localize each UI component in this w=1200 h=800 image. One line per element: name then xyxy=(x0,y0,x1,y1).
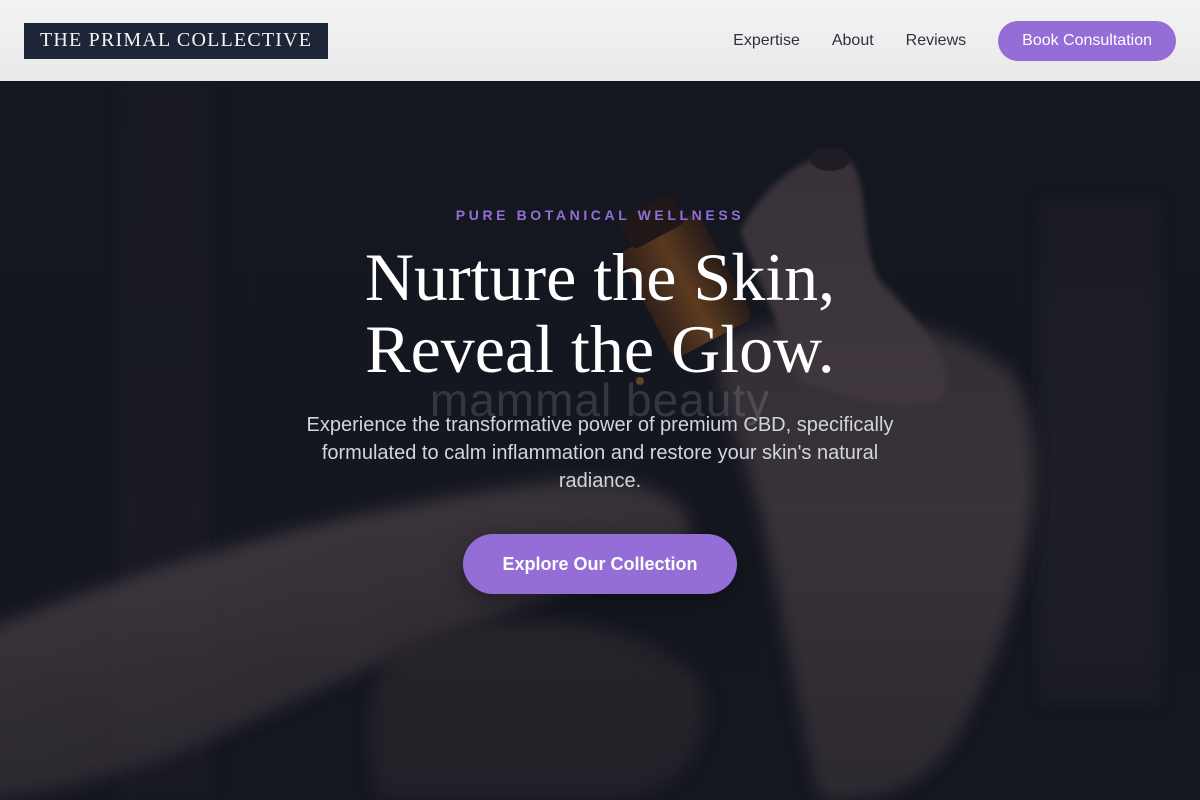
hero-headline: Nurture the Skin, Reveal the Glow. xyxy=(300,241,900,385)
nav-link-reviews[interactable]: Reviews xyxy=(906,32,966,50)
nav-link-expertise[interactable]: Expertise xyxy=(733,32,800,50)
nav-link-about[interactable]: About xyxy=(832,32,874,50)
hero-section: PURE BOTANICAL WELLNESS Nurture the Skin… xyxy=(0,81,1200,800)
hero-subtext: Experience the transformative power of p… xyxy=(306,414,894,492)
hero-eyebrow: PURE BOTANICAL WELLNESS xyxy=(455,207,745,223)
book-consultation-button[interactable]: Book Consultation xyxy=(998,20,1176,61)
site-header: THE PRIMAL COLLECTIVE Expertise About Re… xyxy=(0,0,1200,81)
hero-headline-line-1: Nurture the Skin, xyxy=(364,239,836,315)
hero-content: PURE BOTANICAL WELLNESS Nurture the Skin… xyxy=(0,81,1200,800)
main-nav: Expertise About Reviews Book Consultatio… xyxy=(733,20,1176,61)
explore-collection-button[interactable]: Explore Our Collection xyxy=(463,534,737,594)
brand-logo[interactable]: THE PRIMAL COLLECTIVE xyxy=(24,22,329,59)
